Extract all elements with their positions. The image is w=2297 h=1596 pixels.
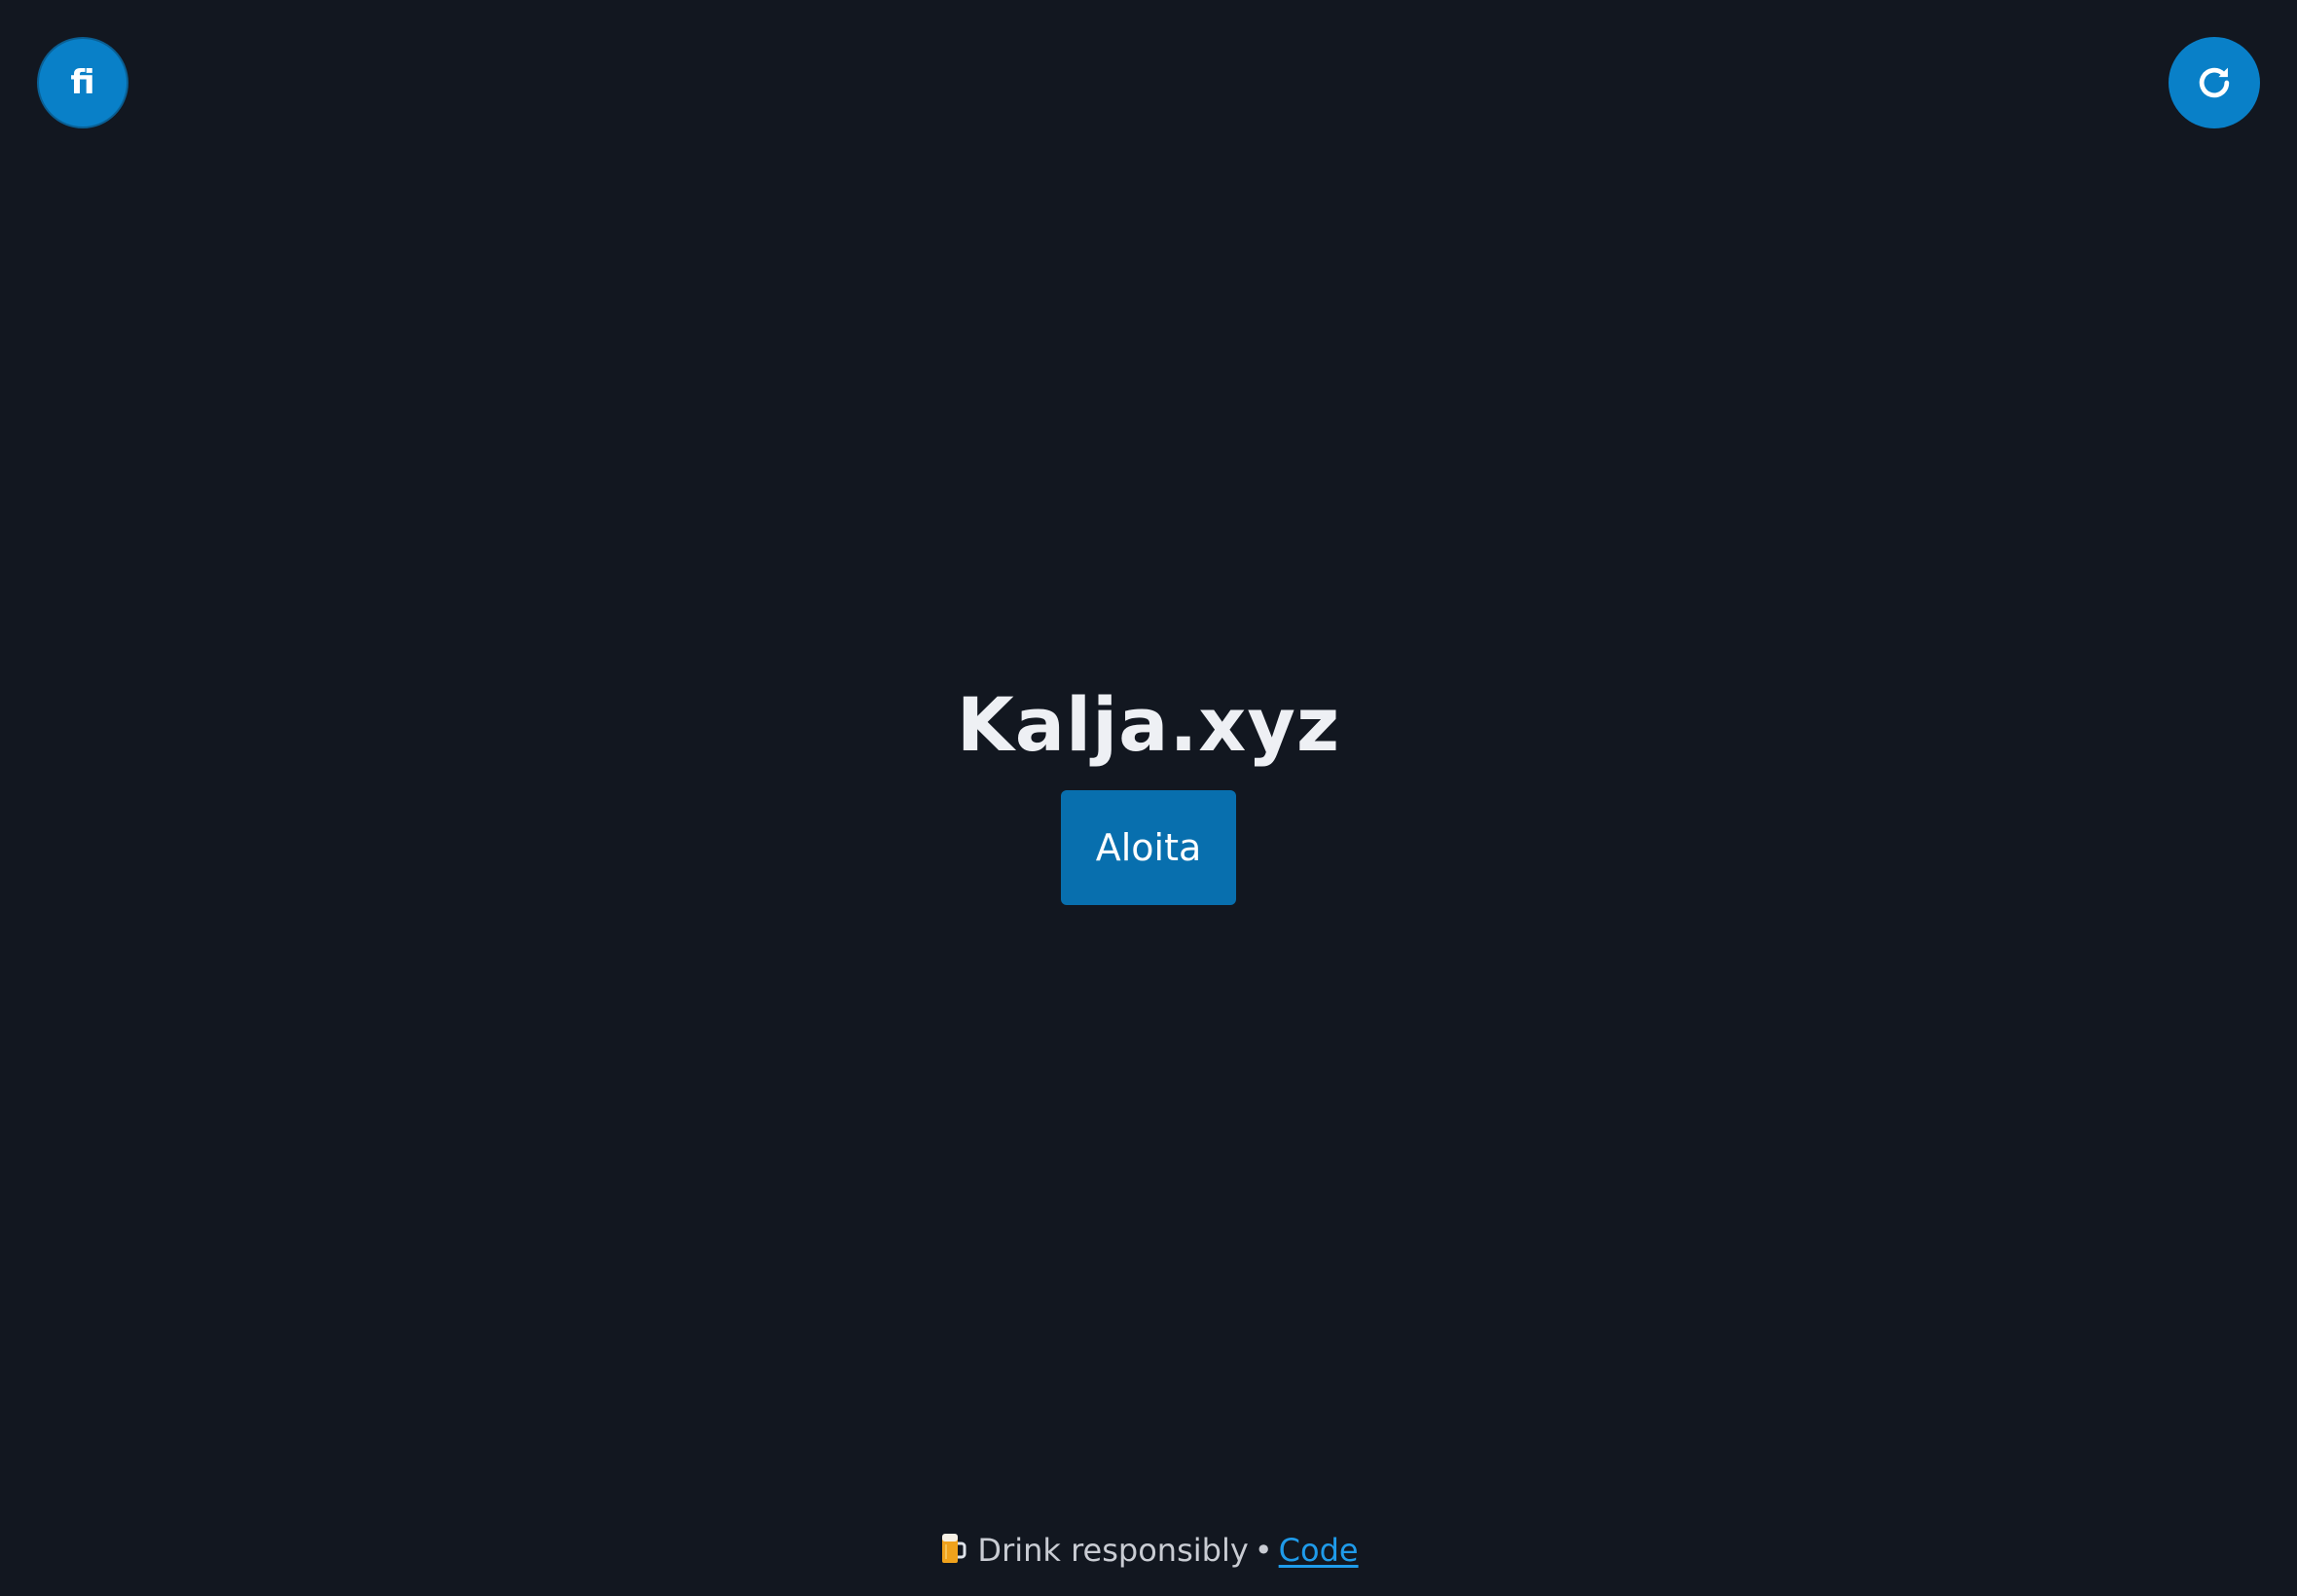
footer-separator: • [1254,1532,1273,1569]
app-page: fi Kalja.xyz Aloita Drink responsibly • Co… [0,0,2297,1596]
hero: Kalja.xyz Aloita [0,671,2297,905]
page-title: Kalja.xyz [956,681,1341,768]
refresh-icon [2193,61,2236,104]
reset-button[interactable] [2169,37,2260,128]
code-link[interactable]: Code [1279,1532,1359,1569]
language-button-label: fi [70,63,95,102]
language-button[interactable]: fi [37,37,128,128]
footer-text: Drink responsibly [977,1532,1249,1569]
footer: Drink responsibly • Code [0,1528,2297,1573]
beer-mug-icon [938,1532,967,1567]
start-button[interactable]: Aloita [1061,790,1236,905]
